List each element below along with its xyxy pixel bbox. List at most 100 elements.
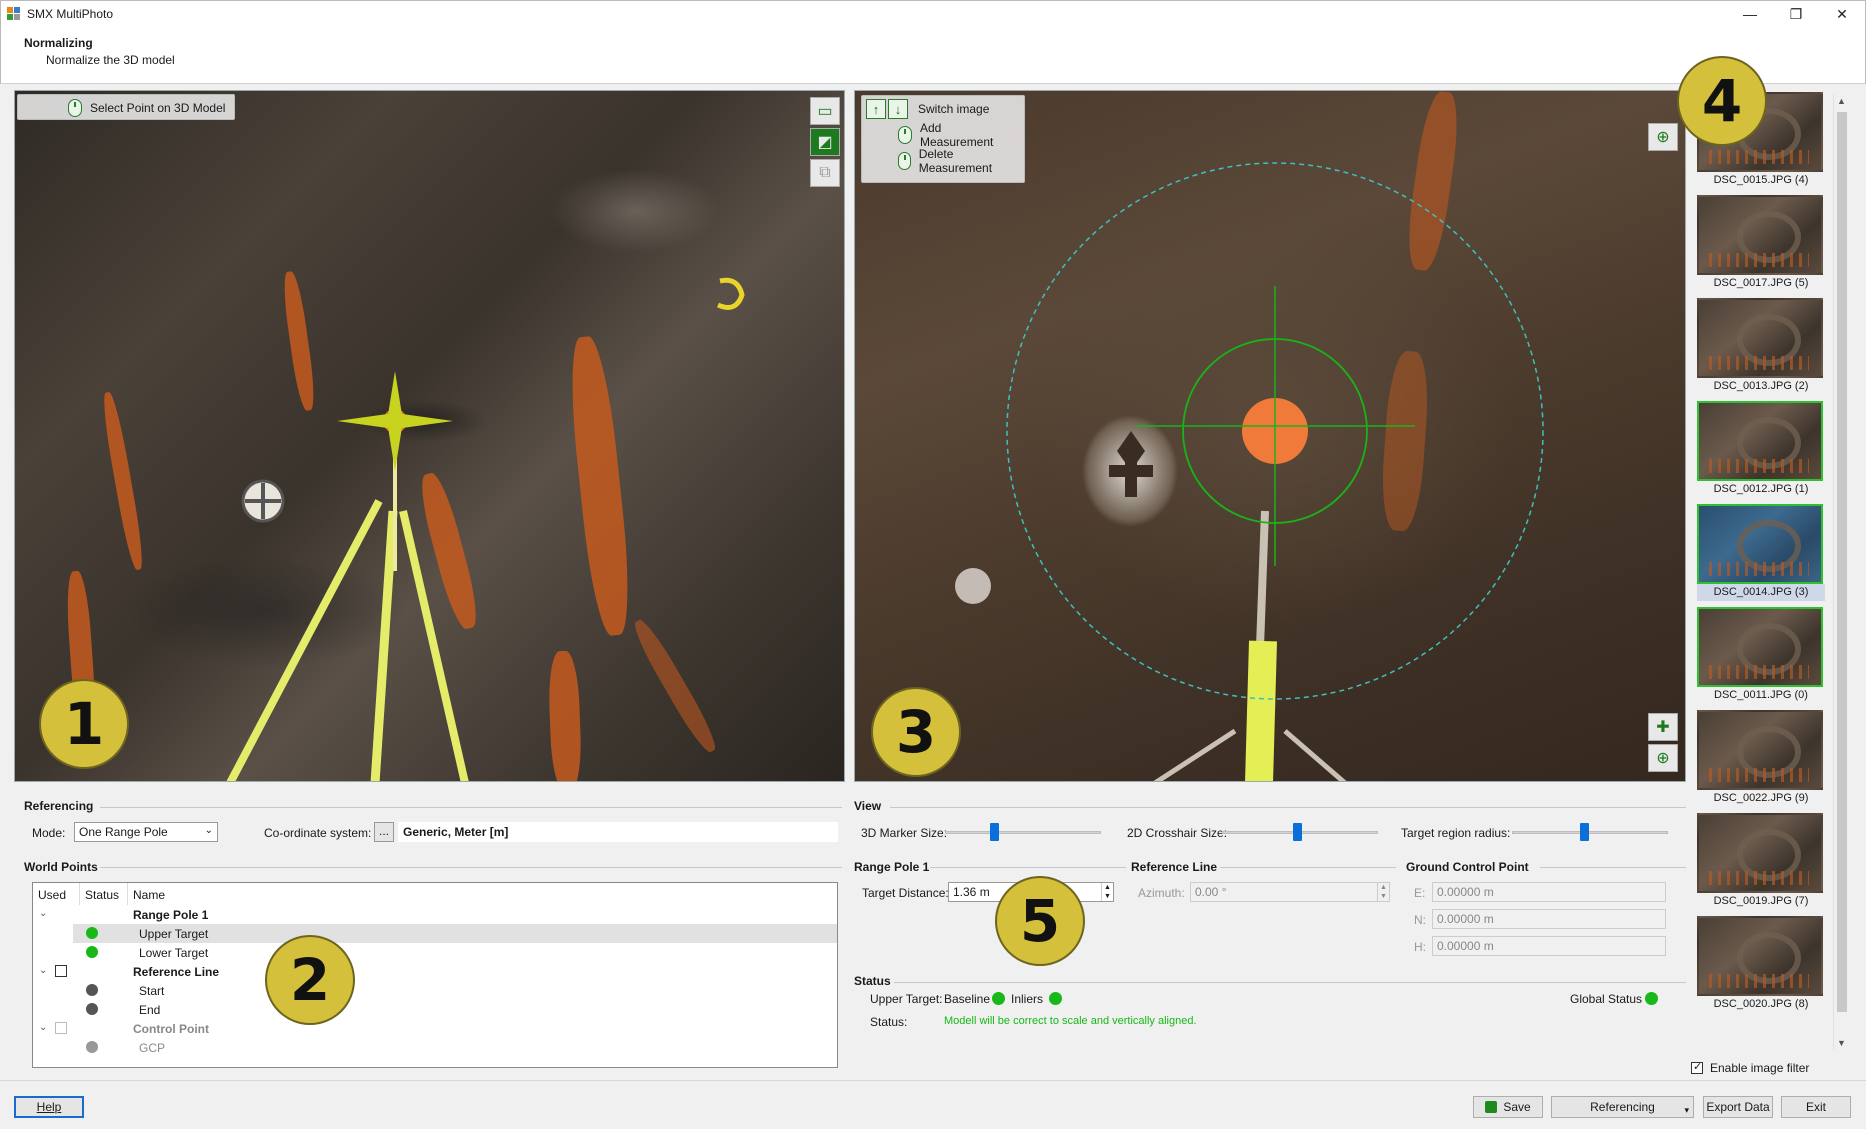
thumbnail-item[interactable]: DSC_0012.JPG (1) — [1697, 401, 1825, 498]
bounding-box-icon[interactable]: ⧉ — [810, 159, 840, 187]
select-point-hint: Select Point on 3D Model — [17, 94, 235, 120]
thumbnail-label: DSC_0014.JPG (3) — [1697, 584, 1825, 601]
mouse-right-click-icon — [898, 152, 911, 170]
thumbnail-label: DSC_0017.JPG (5) — [1713, 277, 1809, 289]
chevron-down-icon: ▾ — [1684, 1105, 1689, 1115]
crosshair-size-label: 2D Crosshair Size: — [1127, 826, 1228, 840]
crosshair-toggle-icon[interactable]: ✚ — [1648, 713, 1678, 741]
reference-line-checkbox[interactable] — [55, 965, 67, 977]
thumbnail-image — [1697, 195, 1823, 275]
chevron-down-icon[interactable]: ⌄ — [39, 965, 47, 976]
thumbnail-label: DSC_0020.JPG (8) — [1713, 998, 1809, 1010]
mouse-left-click-icon — [68, 99, 82, 117]
thumbnail-label: DSC_0013.JPG (2) — [1713, 380, 1809, 392]
marker-size-label: 3D Marker Size: — [861, 826, 948, 840]
tree-row-upper-target[interactable]: Upper Target — [73, 924, 837, 943]
previous-image-icon[interactable]: ↑ — [866, 99, 886, 119]
add-measurement-hint: Add Measurement — [920, 121, 994, 149]
next-image-icon[interactable]: ↓ — [888, 99, 908, 119]
spin-buttons-icon[interactable]: ▲ ▼ — [1377, 883, 1389, 901]
model-3d-viewport[interactable]: Select Point on 3D Model ▭ ◩ ⧉ 1 — [14, 90, 845, 782]
crosshair-size-slider-thumb[interactable] — [1293, 823, 1302, 841]
thumbnail-label: DSC_0015.JPG (4) — [1713, 174, 1809, 186]
target-distance-value: 1.36 m — [953, 885, 990, 899]
baseline-status-dot-icon — [992, 992, 1005, 1005]
thumbnail-item[interactable]: DSC_0011.JPG (0) — [1697, 607, 1825, 704]
tree-row-gcp[interactable]: GCP — [33, 1038, 837, 1057]
marker-size-slider[interactable] — [945, 831, 1101, 834]
tree-row-reference-line[interactable]: ⌄ Reference Line — [33, 962, 837, 981]
chevron-down-icon[interactable]: ⌄ — [39, 1022, 47, 1033]
azimuth-value: 0.00 ° — [1195, 885, 1227, 899]
tree-label: Start — [139, 984, 165, 998]
thumbnail-item-selected[interactable]: DSC_0014.JPG (3) — [1697, 504, 1825, 601]
thumbnail-item[interactable]: DSC_0019.JPG (7) — [1697, 813, 1825, 910]
thumbnail-image — [1697, 710, 1823, 790]
restore-button[interactable]: ❐ — [1773, 1, 1819, 27]
delete-measurement-hint: Delete Measurement — [918, 147, 993, 175]
exit-button[interactable]: Exit — [1781, 1096, 1851, 1118]
control-point-checkbox[interactable] — [55, 1022, 67, 1034]
target-radius-slider[interactable] — [1512, 831, 1668, 834]
thumbnail-item[interactable]: DSC_0017.JPG (5) — [1697, 195, 1825, 292]
scroll-up-icon[interactable]: ▲ — [1837, 96, 1846, 106]
center-target-icon[interactable]: ⊕ — [1648, 744, 1678, 772]
close-button[interactable]: ✕ — [1819, 1, 1865, 27]
azimuth-input[interactable]: 0.00 ° ▲ ▼ — [1190, 882, 1390, 902]
switch-image-hint: Switch image — [918, 102, 990, 116]
inliers-status-dot-icon — [1049, 992, 1062, 1005]
column-status[interactable]: Status — [85, 888, 119, 902]
thumbnail-scrollbar[interactable]: ▲ ▼ — [1833, 94, 1850, 1050]
status-message: Modell will be correct to scale and vert… — [944, 1015, 1197, 1027]
scrollbar-thumb[interactable] — [1837, 112, 1847, 1012]
reference-line-section-title: Reference Line — [1131, 860, 1218, 874]
tree-row-range-pole[interactable]: ⌄ Range Pole 1 — [33, 905, 837, 924]
referencing-dropdown-button[interactable]: Referencing ▾ — [1551, 1096, 1694, 1118]
image-2d-viewport[interactable]: ↑ ↓ Switch image Add Measurement Delete … — [854, 90, 1686, 782]
column-name[interactable]: Name — [133, 888, 165, 902]
tree-row-start[interactable]: Start — [33, 981, 837, 1000]
tree-row-end[interactable]: End — [33, 1000, 837, 1019]
status-dot-icon — [86, 984, 98, 996]
app-title: SMX MultiPhoto — [27, 6, 114, 21]
thumbnail-item[interactable]: DSC_0022.JPG (9) — [1697, 710, 1825, 807]
spin-buttons-icon[interactable]: ▲ ▼ — [1101, 883, 1113, 901]
target-radius-slider-thumb[interactable] — [1580, 823, 1589, 841]
chevron-down-icon[interactable]: ⌄ — [39, 908, 47, 919]
thumbnail-item[interactable]: DSC_0020.JPG (8) — [1697, 916, 1825, 1013]
tree-row-lower-target[interactable]: Lower Target — [33, 943, 837, 962]
status-dot-icon — [86, 1041, 98, 1053]
range-pole-section-title: Range Pole 1 — [854, 860, 930, 874]
export-data-button[interactable]: Export Data — [1703, 1096, 1773, 1118]
thumbnail-item[interactable]: DSC_0013.JPG (2) — [1697, 298, 1825, 395]
marker-size-slider-thumb[interactable] — [990, 823, 999, 841]
world-points-tree[interactable]: Used Status Name ⌄ Range Pole 1 Upper Ta… — [32, 882, 838, 1068]
gcp-n-label: N: — [1414, 913, 1426, 927]
zoom-image-icon[interactable]: ⊕ — [1648, 123, 1678, 151]
column-used[interactable]: Used — [38, 888, 66, 902]
save-button[interactable]: Save — [1473, 1096, 1543, 1118]
coordinate-system-browse-button[interactable]: ... — [374, 822, 394, 842]
camera-view-icon[interactable]: ▭ — [810, 97, 840, 125]
mode-select-value: One Range Pole — [79, 825, 168, 839]
image-thumbnail-list[interactable]: DSC_0015.JPG (4) DSC_0017.JPG (5) DSC_00… — [1677, 56, 1853, 1050]
status-label: Status: — [870, 1015, 908, 1029]
save-icon — [1485, 1101, 1498, 1113]
status-dot-icon — [86, 927, 98, 939]
thumbnail-label: DSC_0019.JPG (7) — [1713, 895, 1809, 907]
minimize-button[interactable]: — — [1727, 1, 1773, 27]
image-controls-hint: ↑ ↓ Switch image Add Measurement Delete … — [861, 95, 1025, 183]
help-button[interactable]: Help — [14, 1096, 84, 1118]
target-radius-label: Target region radius: — [1401, 826, 1511, 840]
tree-row-control-point[interactable]: ⌄ Control Point — [33, 1019, 837, 1038]
target-distance-label: Target Distance: — [862, 886, 949, 900]
mouse-left-click-icon — [898, 126, 912, 144]
tree-label: End — [139, 1003, 161, 1017]
gcp-n-input[interactable]: 0.00000 m — [1432, 909, 1666, 929]
shading-toggle-icon[interactable]: ◩ — [810, 128, 840, 156]
enable-image-filter-checkbox[interactable]: ✓ — [1691, 1061, 1703, 1074]
gcp-e-input[interactable]: 0.00000 m — [1432, 882, 1666, 902]
mode-select[interactable]: One Range Pole ⌄ — [74, 822, 218, 842]
gcp-h-input[interactable]: 0.00000 m — [1432, 936, 1666, 956]
scroll-down-icon[interactable]: ▼ — [1837, 1038, 1846, 1048]
